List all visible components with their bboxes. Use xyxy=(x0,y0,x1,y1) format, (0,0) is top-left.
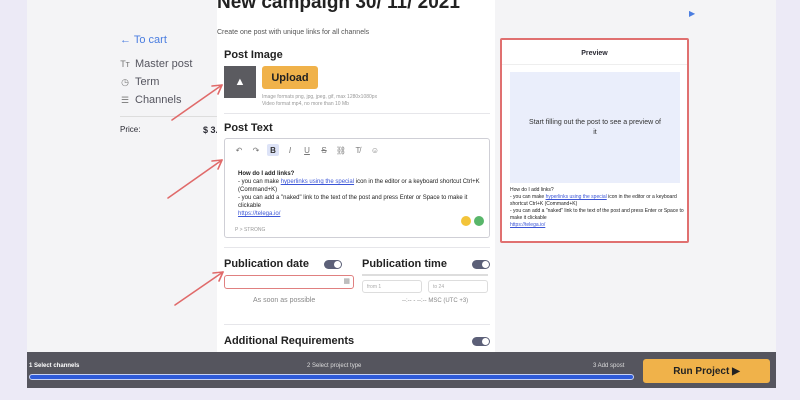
clear-format-icon[interactable]: T̸ xyxy=(352,144,364,156)
text-run: - you can make xyxy=(510,194,546,200)
editor-toolbar: ↶ ↷ B I U S ⛓ T̸ ☺ xyxy=(233,144,381,156)
emoji-icon[interactable]: ☺ xyxy=(369,144,381,156)
time-range-bar xyxy=(362,274,488,276)
sidebar: ← To cart Tт Master post ◷ Term ☰ Channe… xyxy=(27,0,228,360)
timezone-label: --:-- - --:-- MSC (UTC +3) xyxy=(402,298,469,304)
sidebar-item-label: Master post xyxy=(135,58,193,70)
calendar-icon[interactable]: ▦ xyxy=(343,277,350,285)
run-project-button[interactable]: Run Project ▶ xyxy=(643,359,770,383)
upload-button[interactable]: Upload xyxy=(262,66,318,89)
undo-icon[interactable]: ↶ xyxy=(233,144,245,156)
content-heading: How do I add links? xyxy=(238,171,295,177)
step-1-label[interactable]: 1 Select channels xyxy=(29,363,79,369)
preview-placeholder: Start filling out the post to see a prev… xyxy=(510,72,680,183)
preview-title: Preview xyxy=(581,50,608,57)
additional-requirements-title: Additional Requirements xyxy=(224,335,355,347)
sidebar-item-master-post[interactable]: Tт Master post xyxy=(120,58,210,70)
image-placeholder[interactable]: ▲ xyxy=(224,66,256,98)
clock-icon: ◷ xyxy=(121,76,129,87)
hyperlink[interactable]: hyperlinks using the special xyxy=(546,194,607,200)
text-icon: Tт xyxy=(120,59,130,69)
underline-icon[interactable]: U xyxy=(301,144,313,156)
preview-heading: How do I add links? xyxy=(510,187,554,193)
chevron-icon[interactable]: ▶ xyxy=(689,9,695,18)
progress-track xyxy=(29,374,634,380)
date-input[interactable]: ▦ xyxy=(224,275,354,289)
strikethrough-icon[interactable]: S xyxy=(318,144,330,156)
to-cart-link[interactable]: ← To cart xyxy=(120,34,167,46)
additional-requirements-toggle[interactable] xyxy=(472,337,490,346)
post-text-editor[interactable]: ↶ ↷ B I U S ⛓ T̸ ☺ How do I add links? -… xyxy=(224,138,490,238)
text-run: - you can make xyxy=(238,179,281,185)
editor-content[interactable]: How do I add links? - you can make hyper… xyxy=(238,170,482,218)
publication-date-toggle[interactable] xyxy=(324,260,342,269)
time-to-input[interactable]: to 24 xyxy=(428,280,488,293)
divider xyxy=(224,113,490,114)
preview-url[interactable]: https://telega.io/ xyxy=(510,222,685,229)
to-cart-label: To cart xyxy=(133,34,167,46)
sidebar-item-label: Term xyxy=(135,76,160,88)
preview-content: How do I add links? - you can make hyper… xyxy=(510,187,685,229)
as-soon-as-possible-label: As soon as possible xyxy=(253,297,316,304)
bold-icon[interactable]: B xyxy=(267,144,279,156)
video-format-hint: Video format mp4, no more than 10 Mb xyxy=(262,101,349,107)
price-label: Price: xyxy=(120,125,141,134)
grammar-check-icon[interactable] xyxy=(474,216,484,226)
link-icon[interactable]: ⛓ xyxy=(335,144,347,156)
publication-time-toggle[interactable] xyxy=(472,260,490,269)
step-2-label[interactable]: 2 Select project type xyxy=(307,363,361,369)
sidebar-item-label: Channels xyxy=(135,94,182,106)
content-url[interactable]: https://telega.io/ xyxy=(238,210,482,218)
preview-line-1: - you can make hyperlinks using the spec… xyxy=(510,194,685,208)
divider xyxy=(502,64,687,65)
image-format-hint: Image formats png, jpg, jpeg, gif, max 1… xyxy=(262,94,378,100)
preview-panel: Preview Start filling out the post to se… xyxy=(500,38,689,243)
divider xyxy=(224,247,490,248)
list-icon: ☰ xyxy=(120,94,130,105)
sidebar-item-channels[interactable]: ☰ Channels xyxy=(120,94,210,106)
image-icon: ▲ xyxy=(234,76,246,88)
app-window: ← To cart Tт Master post ◷ Term ☰ Channe… xyxy=(27,0,776,388)
publication-date-title: Publication date xyxy=(224,258,309,270)
step-progress-bar: 1 Select channels 2 Select project type … xyxy=(27,352,776,388)
redo-icon[interactable]: ↷ xyxy=(250,144,262,156)
content-line-1: - you can make hyperlinks using the spec… xyxy=(238,178,482,194)
divider xyxy=(224,324,490,325)
editor-path: P > STRONG xyxy=(235,227,266,233)
italic-icon[interactable]: I xyxy=(284,144,296,156)
arrow-left-icon: ← xyxy=(120,34,131,46)
page-title: New campaign 30/ 11/ 2021 xyxy=(217,0,460,13)
time-from-input[interactable]: from 1 xyxy=(362,280,422,293)
hyperlink[interactable]: hyperlinks using the special xyxy=(281,179,354,185)
price-row: Price: $ 3.60 xyxy=(120,116,228,135)
preview-line-2: - you can add a "naked" link to the text… xyxy=(510,208,684,221)
step-3-label[interactable]: 3 Add spost xyxy=(593,363,624,369)
post-text-title: Post Text xyxy=(224,122,273,134)
publication-time-title: Publication time xyxy=(362,258,447,270)
page-subtitle: Create one post with unique links for al… xyxy=(217,29,370,36)
sidebar-item-term[interactable]: ◷ Term xyxy=(120,76,210,88)
post-image-title: Post Image xyxy=(224,49,283,61)
content-line-2: - you can add a "naked" link to the text… xyxy=(238,195,468,209)
smile-emoji-icon[interactable] xyxy=(461,216,471,226)
